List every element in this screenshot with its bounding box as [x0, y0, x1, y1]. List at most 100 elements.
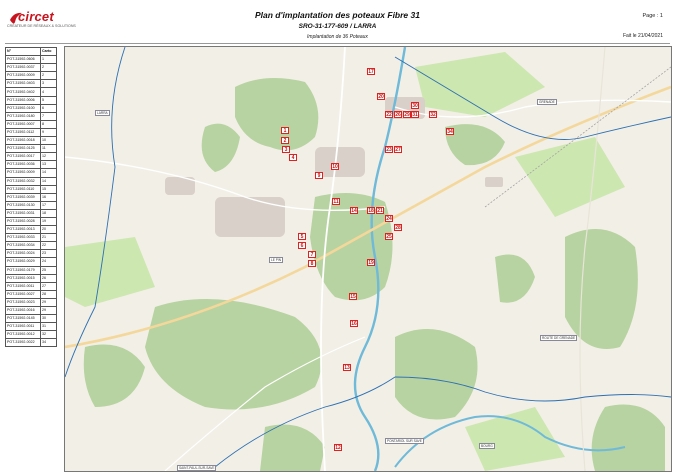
- pole-marker[interactable]: 17: [367, 68, 375, 75]
- pole-marker[interactable]: 3: [282, 146, 290, 153]
- pole-marker[interactable]: 6: [298, 242, 306, 249]
- pole-marker[interactable]: 19: [367, 259, 375, 266]
- legend-pole-number: 5: [40, 95, 57, 105]
- legend-pole-id: POT-31592-0037: [5, 63, 41, 73]
- legend-pole-number: 31: [40, 322, 57, 332]
- legend-pole-id: POT-31592-0100: [5, 103, 41, 113]
- legend-row: POT-31592-0013 20: [5, 225, 57, 235]
- place-label: BOURG: [479, 443, 495, 449]
- legend-pole-number: 12: [40, 152, 57, 162]
- legend-pole-id: POT-31592-0024: [5, 249, 41, 259]
- legend-row: POT-31592-0039 16: [5, 192, 57, 202]
- pole-marker[interactable]: 24: [385, 215, 393, 222]
- legend-row: POT-31592-0032 14: [5, 176, 57, 186]
- pole-marker[interactable]: 21: [376, 207, 384, 214]
- pole-marker[interactable]: 29: [403, 111, 411, 118]
- legend-pole-number: 17: [40, 200, 57, 210]
- legend-pole-id: POT-31592-0013: [5, 225, 41, 235]
- pole-marker[interactable]: 22: [385, 111, 393, 118]
- legend-row: POT-31592-0028 19: [5, 216, 57, 227]
- legend-row: POT-31592-0110 15: [5, 184, 57, 194]
- pole-marker[interactable]: 14: [350, 207, 358, 214]
- place-label: SAINT-PAUL-SUR-SAVE: [177, 465, 217, 471]
- legend-pole-number: 19: [40, 216, 57, 227]
- pole-marker[interactable]: 27: [394, 146, 402, 153]
- creation-date: Fait le 21/04/2021: [622, 33, 663, 39]
- legend-pole-number: 26: [40, 273, 57, 283]
- pole-marker[interactable]: 5: [298, 233, 306, 240]
- page-number: Page : 1: [642, 13, 664, 19]
- pole-marker[interactable]: 16: [350, 320, 358, 327]
- legend-pole-number: 13: [40, 160, 57, 170]
- pole-marker[interactable]: 9: [315, 172, 323, 179]
- legend-row: POT-31592-0037 2: [5, 63, 57, 73]
- legend-row: POT-31592-0023 29: [5, 297, 57, 308]
- legend-pole-id: POT-31592-0023: [5, 297, 41, 308]
- legend-pole-number: 32: [40, 330, 57, 340]
- legend-pole-id: POT-31592-0012: [5, 330, 41, 340]
- legend-pole-number: 8: [40, 119, 57, 129]
- legend-row: POT-31592-0402 4: [5, 87, 57, 97]
- pole-marker[interactable]: 10: [331, 163, 339, 170]
- pole-marker[interactable]: 12: [334, 444, 342, 451]
- pole-marker[interactable]: 13: [343, 364, 351, 371]
- legend-row: POT-31592-0145 30: [5, 314, 57, 324]
- pole-marker[interactable]: 34: [446, 128, 454, 135]
- legend-pole-number: 2: [40, 63, 57, 73]
- legend-pole-number: 30: [40, 314, 57, 324]
- pole-marker[interactable]: 15: [349, 293, 357, 300]
- map-view[interactable]: 1 2 3 4 5 6 7 8 9 10 11 12 13 14 15 16 17 18 19 20 21 22 23 24 2…: [64, 46, 672, 472]
- legend-pole-id: POT-31592-0009: [5, 71, 41, 81]
- legend-pole-id: POT-31592-0036: [5, 160, 41, 170]
- pole-marker[interactable]: 32: [429, 111, 437, 118]
- legend-header-row: N° Carto: [5, 46, 57, 57]
- pole-marker[interactable]: 28: [394, 224, 402, 231]
- page-subtitle: SRO-31-177-609 / LARRA: [298, 23, 377, 30]
- pole-marker[interactable]: 31: [411, 111, 419, 118]
- legend-row: POT-31592-0036 13: [5, 160, 57, 170]
- legend-pole-id: POT-31592-0130: [5, 200, 41, 210]
- pole-marker[interactable]: 30: [411, 102, 419, 109]
- place-label: GRENADE: [537, 99, 557, 105]
- legend-pole-number: 20: [40, 225, 57, 235]
- legend-pole-id: POT-31592-0039: [5, 192, 41, 202]
- legend-row: POT-31592-0100 6: [5, 103, 57, 113]
- legend-pole-number: 9: [40, 127, 57, 138]
- header-divider: [5, 43, 670, 44]
- legend-pole-id: POT-31592-0402: [5, 87, 41, 97]
- legend-pole-id: POT-31592-0009: [5, 168, 41, 178]
- place-label: PONTARIOL SUR SAVE: [385, 438, 424, 444]
- legend-row: POT-31592-0024 23: [5, 249, 57, 259]
- legend-col-id: N°: [5, 46, 41, 57]
- legend-pole-number: 1: [40, 55, 57, 65]
- pole-marker[interactable]: 23: [385, 146, 393, 153]
- legend-pole-id: POT-31592-0006: [5, 95, 41, 105]
- legend-pole-number: 3: [40, 79, 57, 89]
- pole-marker[interactable]: 11: [332, 198, 340, 205]
- legend-pole-number: 18: [40, 208, 57, 218]
- legend-row: POT-31592-0029 24: [5, 257, 57, 267]
- legend-pole-id: POT-31592-0018: [5, 136, 41, 146]
- legend-row: POT-31592-0012 32: [5, 330, 57, 340]
- legend-pole-id: POT-31592-0179: [5, 265, 41, 275]
- pole-marker[interactable]: 1: [281, 127, 289, 134]
- legend-pole-number: 14: [40, 176, 57, 186]
- legend-row: POT-31592-0125 11: [5, 144, 57, 154]
- legend-pole-number: 34: [40, 338, 57, 348]
- pole-marker[interactable]: 8: [308, 260, 316, 267]
- pole-marker[interactable]: 25: [385, 233, 393, 240]
- legend-pole-id: POT-31592-0145: [5, 314, 41, 324]
- page-title: Plan d'implantation des poteaux Fibre 31: [255, 10, 420, 20]
- pole-marker[interactable]: 18: [367, 207, 375, 214]
- legend-pole-id: POT-31592-0011: [5, 322, 41, 332]
- pole-marker[interactable]: 26: [394, 111, 402, 118]
- legend-pole-number: 6: [40, 103, 57, 113]
- legend-pole-id: POT-31592-0022: [5, 338, 41, 348]
- pole-marker[interactable]: 20: [377, 93, 385, 100]
- legend-pole-id: POT-31592-0007: [5, 119, 41, 129]
- legend-row: POT-31592-0180 7: [5, 111, 57, 121]
- pole-marker[interactable]: 4: [289, 154, 297, 161]
- pole-marker[interactable]: 7: [308, 251, 316, 258]
- legend-pole-number: 24: [40, 257, 57, 267]
- pole-marker[interactable]: 2: [281, 137, 289, 144]
